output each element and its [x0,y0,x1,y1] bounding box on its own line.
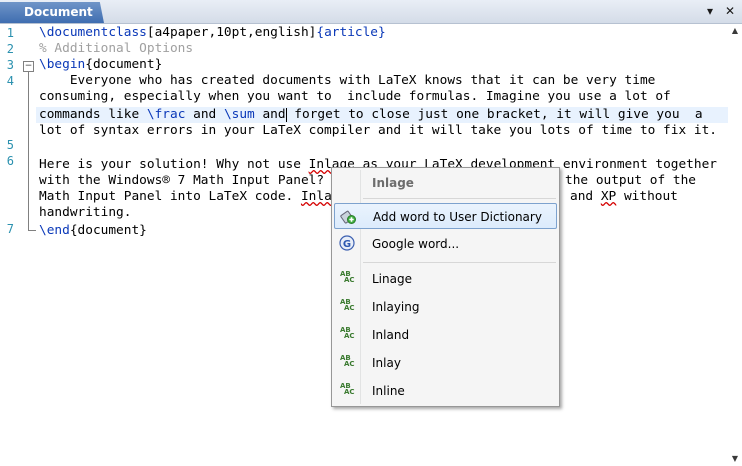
code-text: and [570,189,601,204]
menu-separator [363,198,556,199]
code-line-6b-tail: the output of the [565,173,696,188]
code-text: Math Input Panel into LaTeX code. [39,189,301,204]
code-text: and [254,107,286,122]
svg-text:G: G [343,239,351,250]
spell-check-icon: AB AC [340,354,355,368]
line-number: 7 [6,222,14,236]
spelling-context-menu: Inlage Add word to User Dictionary G Goo… [331,167,560,407]
misspelled-word[interactable]: Inla [301,189,332,204]
spell-check-icon: AB AC [340,326,355,340]
suggestion-label: Inland [372,328,410,342]
code-line-4a: Everyone who has created documents with … [39,73,656,88]
fold-collapse-icon[interactable]: − [23,61,34,72]
line-number: 5 [6,138,14,152]
google-word-menu-item[interactable]: G Google word... [334,231,557,257]
suggestion-label: Linage [372,272,412,286]
suggestion-menu-item[interactable]: AB AC Inline [334,378,557,404]
suggestion-menu-item[interactable]: AB AC Inland [334,322,557,348]
code-text: without [616,189,678,204]
code-text: {article} [316,25,386,40]
code-text: {document} [85,57,163,72]
document-tab-strip: Document 1* ▾ ✕ [0,0,742,24]
code-line-3: \begin{document} [39,57,162,73]
scroll-up-arrow-icon[interactable]: ▲ [728,24,742,38]
fold-guide-line [28,72,29,230]
fold-end-marker [28,230,36,231]
tab-document-1[interactable]: Document 1* [0,2,104,23]
tab-controls: ▾ ✕ [702,3,738,19]
code-line-6c: Math Input Panel into LaTeX code. Inla [39,189,332,205]
line-number: 2 [6,42,14,56]
code-line-6d: handwriting. [39,205,132,220]
dictionary-add-icon [340,210,356,224]
suggestion-menu-item[interactable]: AB AC Inlay [334,350,557,376]
code-line-7: \end{document} [39,223,147,239]
menu-separator [363,262,556,263]
spell-check-icon: AB AC [340,382,355,396]
line-number: 6 [6,154,14,168]
latex-command: \frac [146,107,186,122]
code-line-1: \documentclass[a4paper,10pt,english]{art… [39,25,386,41]
tab-list-dropdown-icon[interactable]: ▾ [702,3,718,19]
code-line-4c: commands like \frac and \sum and forget … [39,107,703,123]
spell-check-icon: AB AC [340,270,355,284]
line-number: 1 [6,26,14,40]
line-number-gutter: 1 2 3 4 5 6 7 [0,24,18,466]
code-line-2: % Additional Options [39,41,194,56]
code-line-6c-tail: and XP without [570,189,678,205]
line-number: 3 [6,58,14,72]
suggestion-label: Inlay [372,356,401,370]
misspelled-word[interactable]: XP [601,189,616,204]
google-g-icon: G [339,235,355,251]
code-line-4b: consuming, especially when you want to i… [39,89,671,104]
latex-command: \begin [39,57,86,72]
scroll-down-arrow-icon[interactable]: ▼ [728,452,742,466]
menu-item-label: Add word to User Dictionary [373,210,542,224]
code-text: forget to close just one bracket, it wil… [286,107,703,122]
spell-check-icon: AB AC [340,298,355,312]
code-text: Here is your solution! Why not use [39,157,309,172]
code-text: [a4paper,10pt,english] [146,25,317,40]
suggestion-label: Inline [372,384,405,398]
add-to-dictionary-menu-item[interactable]: Add word to User Dictionary [334,203,557,229]
menu-header-word: Inlage [372,176,414,190]
suggestion-label: Inlaying [372,300,420,314]
code-text: with the Windows® 7 Math Input Panel? [39,173,325,188]
code-line-4d: lot of syntax errors in your LaTeX compi… [39,123,717,138]
close-tab-icon[interactable]: ✕ [722,3,738,19]
vertical-scrollbar[interactable]: ▲ ▼ [728,24,742,466]
menu-item-label: Google word... [372,237,460,251]
latex-command: \documentclass [39,25,147,40]
latex-command: \sum [223,107,255,122]
suggestion-menu-item[interactable]: AB AC Linage [334,266,557,292]
line-number: 4 [6,74,14,88]
suggestion-menu-item[interactable]: AB AC Inlaying [334,294,557,320]
code-text: and [185,107,224,122]
code-text: commands like [39,107,147,122]
code-line-6b: with the Windows® 7 Math Input Panel? [39,173,324,189]
code-text: {document} [69,223,147,238]
latex-command: \end [39,223,70,238]
